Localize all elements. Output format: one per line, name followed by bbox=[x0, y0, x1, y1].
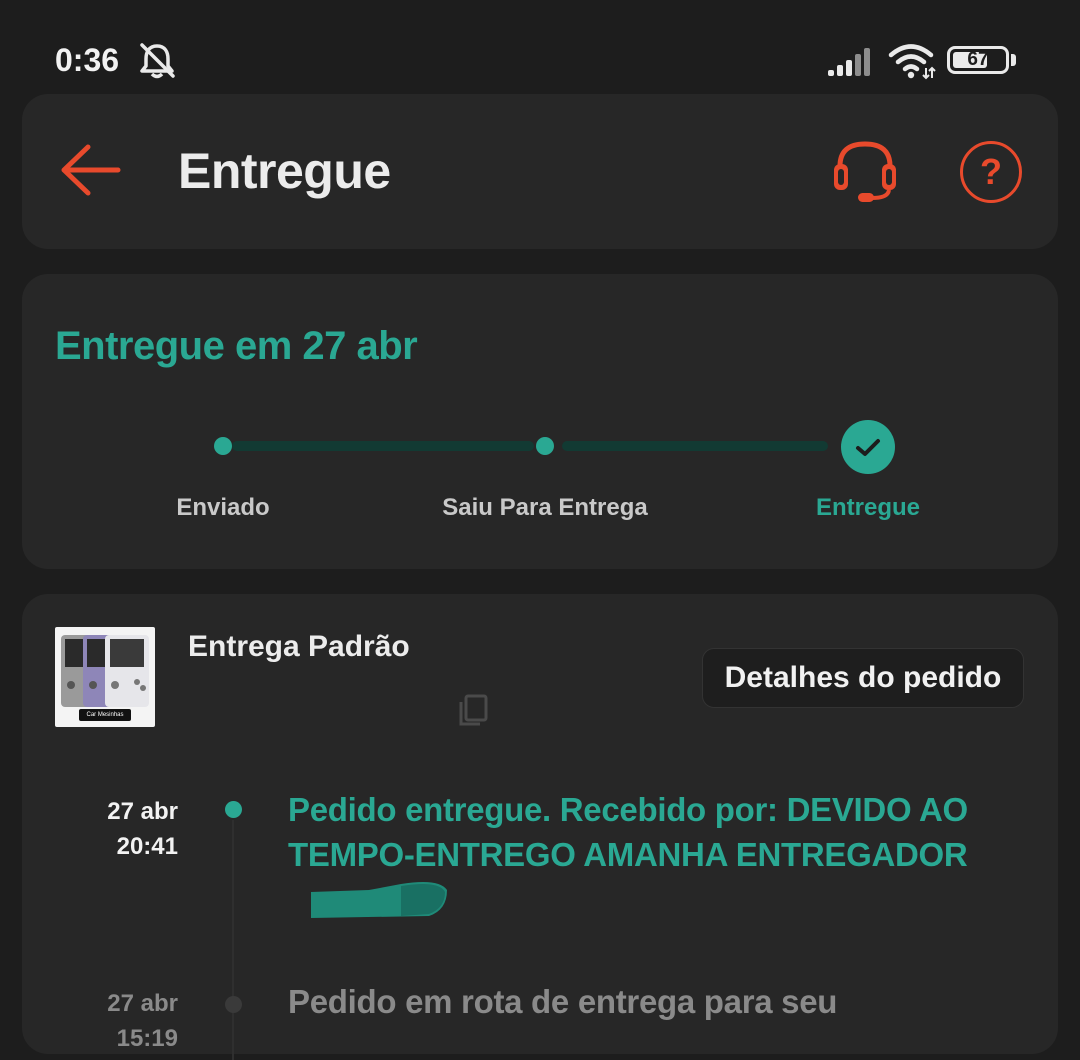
delivery-details-card: Car Mesinhas Entrega Padrão Detalhes do … bbox=[22, 594, 1058, 1060]
clock: 0:36 bbox=[55, 42, 120, 78]
progress-line-1 bbox=[232, 441, 534, 451]
step-label-out-for-delivery: Saiu Para Entrega bbox=[442, 494, 648, 521]
timeline-time: 15:19 bbox=[116, 1025, 178, 1052]
thumbnail-caption: Car Mesinhas bbox=[86, 712, 124, 718]
timeline-event-text: Pedido entregue. Recebido por: DEVIDO AO… bbox=[288, 791, 968, 873]
checkmark-icon bbox=[841, 420, 895, 474]
page-title: Entregue bbox=[178, 143, 391, 199]
progress-line-2 bbox=[562, 441, 828, 451]
timeline-date: 27 abr bbox=[107, 990, 178, 1017]
timeline-time: 20:41 bbox=[116, 833, 178, 860]
redaction-mark bbox=[311, 882, 447, 918]
delivered-date-heading: Entregue em 27 abr bbox=[55, 324, 418, 368]
timeline-date: 27 abr bbox=[107, 798, 178, 825]
delivery-status-card: Entregue em 27 abr Enviado Saiu Para Ent… bbox=[22, 274, 1058, 569]
signal-icon bbox=[828, 48, 870, 76]
copy-icon[interactable] bbox=[458, 694, 488, 726]
shipping-method: Entrega Padrão bbox=[188, 630, 410, 663]
step-dot-shipped bbox=[214, 437, 232, 455]
timeline-line bbox=[232, 820, 234, 1060]
status-bar: 0:36 67 bbox=[0, 0, 1080, 90]
headset-icon[interactable] bbox=[830, 138, 900, 204]
header-bar: Entregue ? bbox=[22, 94, 1058, 249]
bell-off-icon bbox=[140, 43, 175, 79]
battery-level: 67 bbox=[967, 49, 989, 70]
step-dot-out-for-delivery bbox=[536, 437, 554, 455]
step-label-delivered: Entregue bbox=[815, 494, 920, 521]
back-arrow-icon[interactable] bbox=[60, 142, 122, 198]
timeline-dot-active bbox=[225, 801, 242, 818]
help-icon[interactable]: ? bbox=[960, 141, 1022, 203]
battery-tip bbox=[1011, 54, 1016, 66]
order-details-button[interactable]: Detalhes do pedido bbox=[702, 648, 1024, 708]
wifi-icon bbox=[888, 44, 936, 80]
timeline-dot bbox=[225, 996, 242, 1013]
timeline-event-text: Pedido em rota de entrega para seu bbox=[288, 983, 838, 1020]
battery-icon: 67 bbox=[947, 46, 1009, 74]
step-label-shipped: Enviado bbox=[176, 494, 270, 521]
product-thumbnail[interactable]: Car Mesinhas bbox=[55, 627, 155, 727]
